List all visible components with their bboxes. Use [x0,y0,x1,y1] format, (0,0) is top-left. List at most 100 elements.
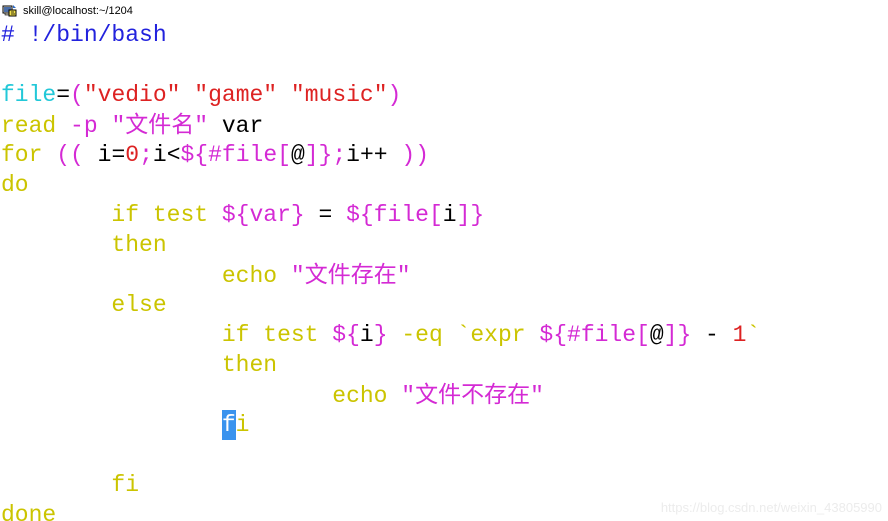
code-line[interactable] [0,440,888,470]
code-token-special: ]} [456,202,485,228]
code-line[interactable]: then [0,350,888,380]
code-line[interactable] [0,50,888,80]
code-token-special: ${ [180,142,209,168]
code-token-var: file [1,82,57,108]
window-title-text: skill@localhost:~/1204 [23,4,133,17]
code-token-special: } [373,322,388,348]
code-token-special: ]} [663,322,692,348]
code-line[interactable]: else [0,290,888,320]
code-token-special: " [401,383,416,409]
code-token-keyword: if [221,322,250,348]
code-token-special: ]} [304,142,333,168]
code-token-plain: = [56,82,71,108]
code-token-special: ${file[ [346,202,443,228]
code-token-keyword: test [263,322,319,348]
code-token-keyword: test [152,202,209,228]
code-token-special: )) [401,142,429,168]
code-line[interactable]: fi [0,470,888,500]
code-token-keyword: if [111,202,140,228]
code-token-keyword: read [1,113,57,139]
code-token-keyword: for [1,142,43,168]
code-line[interactable]: then [0,230,888,260]
code-token-keyword: fi [111,472,140,498]
code-token-plain: i [442,202,457,228]
code-token-string: "music" [290,82,388,108]
code-line[interactable]: done [0,500,888,521]
code-token-cjk: 文件不存在 [415,382,531,408]
code-token-special: ; [139,142,153,168]
code-token-special: ) [387,82,402,108]
code-token-special: " [396,263,411,289]
code-token-string: "game" [194,82,278,108]
code-token-special: ; [332,142,347,168]
code-token-keyword: done [1,502,57,521]
text-cursor: f [221,410,236,440]
code-token-plain: i++ [346,142,402,168]
code-line[interactable]: for (( i=0;i<${#file[@]};i++ )) [0,140,888,170]
code-token-number: 1 [732,322,747,348]
code-line[interactable]: echo "文件不存在" [0,380,888,410]
code-token-keyword: echo [221,263,278,289]
code-token-cjk: 文件存在 [304,262,397,288]
code-token-special: " [290,263,305,289]
code-line[interactable]: echo "文件存在" [0,260,888,290]
code-line[interactable]: # !/bin/bash [0,20,888,50]
code-token-special: " [530,383,544,409]
code-token-keyword: else [111,292,167,318]
code-token-keyword: do [1,172,29,198]
code-token-keyword: echo [332,383,388,409]
terminal-computer-icon [2,4,17,16]
code-line[interactable]: if test ${i} -eq `expr ${#file[@]} - 1` [0,320,888,350]
code-token-keyword: i [235,412,250,438]
code-token-special: " [194,113,209,139]
code-token-keyword: then [221,352,278,378]
code-token-keyword: ` [746,322,761,348]
code-token-plain: i [359,322,374,348]
code-token-plain: @ [290,142,305,168]
code-token-plain: @ [649,322,664,348]
code-token-special: ( [70,82,84,108]
code-token-keyword: then [111,232,167,258]
code-editor-area[interactable]: # !/bin/bash file=("vedio" "game" "music… [0,20,888,521]
code-token-plain: i= [83,142,126,168]
code-token-special: #file[ [208,142,291,168]
code-token-special: ${#file[ [539,322,650,348]
window-title-bar: skill@localhost:~/1204 [0,0,888,20]
code-token-special: ${ [332,322,360,348]
code-line[interactable]: file=("vedio" "game" "music") [0,80,888,110]
code-token-special: ${var} [221,202,305,228]
code-line[interactable]: fi [0,410,888,440]
code-token-special: -p [70,113,98,139]
code-line[interactable]: read -p "文件名" var [0,110,888,140]
code-token-plain: i< [152,142,181,168]
code-line[interactable]: do [0,170,888,200]
code-token-string: "vedio" [83,82,181,108]
code-token-number: 0 [125,142,140,168]
code-token-plain: var [208,113,264,139]
code-lines-container: # !/bin/bash file=("vedio" "game" "music… [0,20,888,521]
code-token-plain: = [304,202,347,228]
code-line[interactable]: if test ${var} = ${file[i]} [0,200,888,230]
code-token-special: (( [56,142,84,168]
code-token-keyword: `expr [456,322,526,348]
code-token-keyword: -eq [401,322,443,348]
